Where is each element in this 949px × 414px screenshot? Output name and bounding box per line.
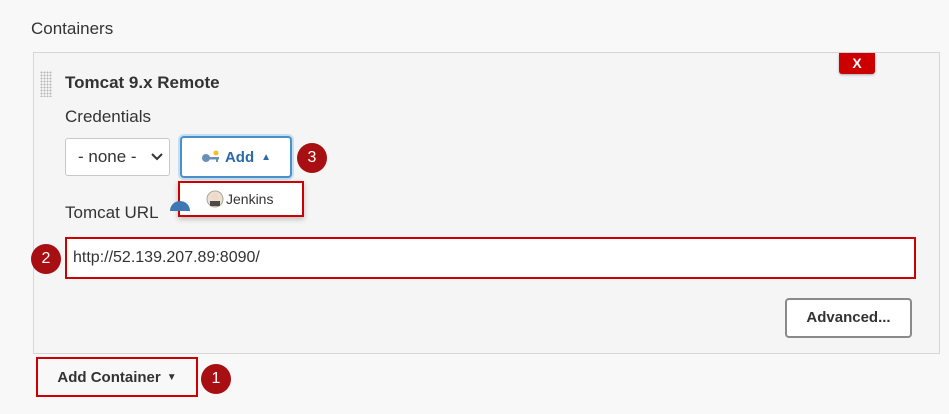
delete-container-button[interactable]: X (839, 53, 875, 74)
add-label: Add (224, 148, 255, 166)
caret-down-icon: ▼ (166, 371, 177, 383)
credentials-label: Credentials (65, 107, 151, 126)
callout-badge-3: 3 (297, 143, 327, 173)
caret-up-icon: ▲ (261, 151, 272, 163)
jenkins-icon (206, 190, 224, 208)
credentials-select[interactable]: - none - (65, 138, 170, 176)
add-credentials-button[interactable]: Add ▲ (180, 136, 292, 178)
credentials-select-value: - none - (78, 147, 137, 166)
container-panel: Tomcat 9.x Remote X Credentials - none -… (33, 52, 940, 354)
advanced-button[interactable]: Advanced... (785, 298, 912, 338)
tomcat-url-input[interactable]: http://52.139.207.89:8090/ (65, 237, 916, 279)
section-title: Containers (31, 19, 114, 38)
callout-badge-1: 1 (201, 364, 231, 394)
container-name: Tomcat 9.x Remote (65, 73, 220, 92)
drag-handle-icon[interactable] (40, 71, 52, 97)
menu-item-jenkins[interactable]: Jenkins (226, 191, 273, 207)
add-container-button[interactable]: Add Container ▼ (36, 357, 198, 397)
tomcat-url-label: Tomcat URL (65, 203, 159, 222)
callout-badge-2: 2 (31, 244, 61, 274)
add-credentials-menu[interactable]: Jenkins (178, 181, 304, 217)
key-icon (201, 150, 221, 164)
chevron-down-icon (151, 139, 163, 189)
add-container-label: Add Container (57, 368, 161, 386)
